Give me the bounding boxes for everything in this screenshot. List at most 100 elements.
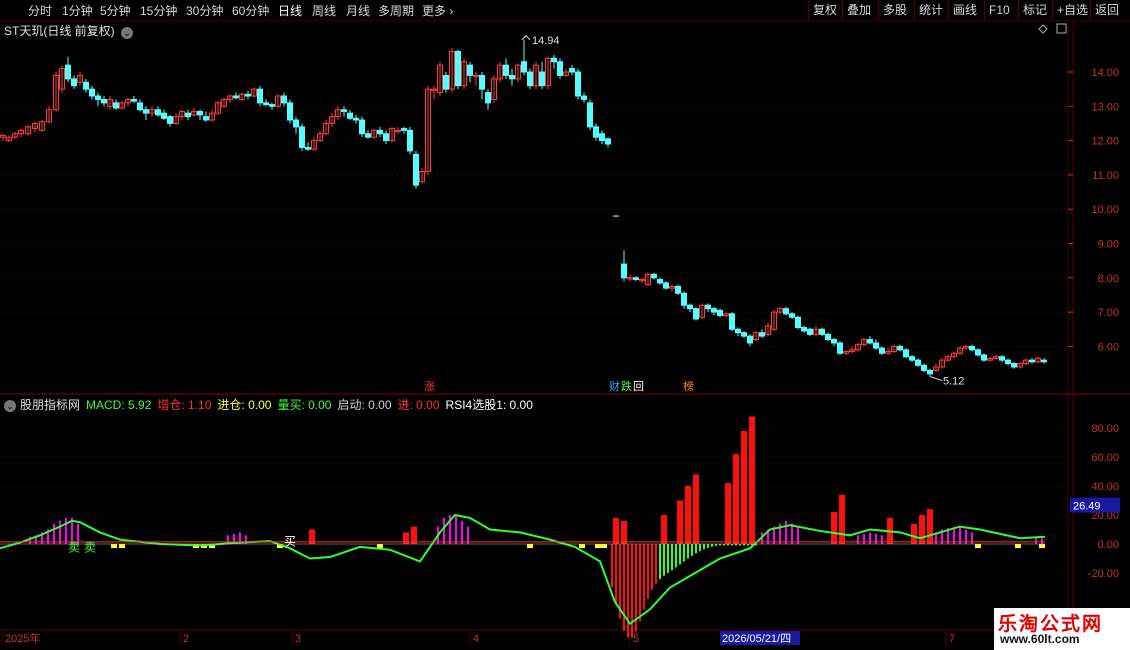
event-marker-4[interactable]: 榜 [683,379,694,393]
toolbar-button-6[interactable]: 标记 [1018,0,1051,20]
entry-marker [1015,544,1021,548]
event-marker-3[interactable]: 回 [633,380,644,393]
toolbar-button-3[interactable]: 统计 [914,0,947,20]
candle-body [263,102,269,106]
candle-body [621,263,627,279]
candle-body [711,308,717,313]
indicator-tick-label: 0.00 [1098,539,1119,551]
period-tab-3[interactable]: 15分钟 [140,2,177,19]
candle-body [587,102,593,128]
period-tab-6[interactable]: 日线 [278,2,302,19]
candle-body [485,92,491,104]
candle-body [245,93,251,97]
signal-bar [677,500,683,544]
candle-body [521,61,527,73]
candle-body [527,71,533,87]
signal-bar [911,523,917,544]
y-tick-label: 11.00 [1092,170,1119,182]
candle-body [873,342,879,349]
more-menu-button[interactable]: 更多 › [422,2,453,19]
candle-body [407,129,413,152]
candle-body [71,78,77,87]
candle-body [143,109,149,114]
current-value-label: 26.49 [1073,501,1101,513]
signal-bar [661,515,667,544]
candle-body [569,68,575,73]
candle-body [287,102,293,121]
signal-bar [749,416,755,544]
entry-marker [975,544,981,548]
period-tab-2[interactable]: 5分钟 [100,2,131,19]
candle-body [675,285,681,294]
signal-bar [685,486,691,544]
date-label: 4 [473,633,479,645]
indicator-tick-label: 80.00 [1091,423,1119,435]
candle-body [347,112,353,119]
candle-body [575,71,581,97]
toolbar-button-5[interactable]: F10 [984,0,1014,20]
signal-bar [613,517,619,544]
event-marker-1[interactable]: 财 [609,379,620,393]
toolbar-button-4[interactable]: 画线 [948,0,981,20]
y-tick-label: 6.00 [1098,341,1119,353]
toolbar-button-7[interactable]: +自选 [1052,0,1092,20]
candle-body [551,57,557,63]
watermark-url: www.60lt.com [1000,632,1080,646]
candle-body [269,104,275,107]
diamond-icon[interactable] [1038,24,1048,34]
candle-body [443,74,449,90]
signal-bar [741,430,747,544]
candle-body [479,74,485,90]
candle-body [605,138,611,145]
cursor-date-label: 2026/05/21/四 [722,633,791,645]
candle-body [897,345,903,351]
toolbar-button-8[interactable]: 返回 [1090,0,1123,20]
period-tab-9[interactable]: 多周期 [378,2,414,19]
candle-body [999,356,1005,361]
entry-marker [595,544,601,548]
candle-body [975,349,981,356]
period-tab-7[interactable]: 周线 [312,2,336,19]
candle-body [657,279,663,284]
candle-body [359,119,365,135]
period-tab-1[interactable]: 1分钟 [62,2,93,19]
candle-body [341,109,347,112]
candle-body [825,333,831,341]
toolbar-button-0[interactable]: 复权 [808,0,841,20]
candle-body [1005,359,1011,365]
candle-body [717,309,723,317]
sell-label[interactable]: 卖 [68,540,80,554]
high-price-label: 14.94 [532,35,560,47]
period-tab-5[interactable]: 60分钟 [232,2,269,19]
toolbar-button-2[interactable]: 多股 [878,0,911,20]
candle-body [299,126,305,148]
candle-body [257,88,263,104]
indicator-tick-label: 60.00 [1091,452,1119,464]
period-tab-8[interactable]: 月线 [346,2,370,19]
candle-body [167,116,173,124]
candle-body [879,347,885,354]
entry-marker [377,544,383,548]
candle-body [89,88,95,97]
maximize-icon[interactable] [1056,23,1067,34]
candle-body [831,339,837,344]
period-tab-0[interactable]: 分时 [28,2,52,19]
event-marker-2[interactable]: 跌 [621,379,632,393]
candle-body [413,153,419,186]
period-tab-4[interactable]: 30分钟 [186,2,223,19]
macd-line [0,513,1046,626]
candle-body [365,133,371,138]
candle-body [83,81,89,90]
toolbar-button-1[interactable]: 叠加 [842,0,875,20]
entry-marker [601,544,607,548]
date-label: 3 [295,633,301,645]
chart-canvas[interactable]: 14.00 13.00 12.00 11.00 10.00 9.00 8.00 7.00 6.0… [0,20,1130,650]
candle-body [969,345,975,351]
candle-body [101,98,107,104]
sell-label[interactable]: 卖 [84,540,96,554]
buy-label[interactable]: 买 [284,534,296,548]
event-marker-0[interactable]: 涨 [424,380,435,393]
candle-body [185,112,191,118]
entry-marker [119,544,125,548]
candle-body [455,50,461,87]
